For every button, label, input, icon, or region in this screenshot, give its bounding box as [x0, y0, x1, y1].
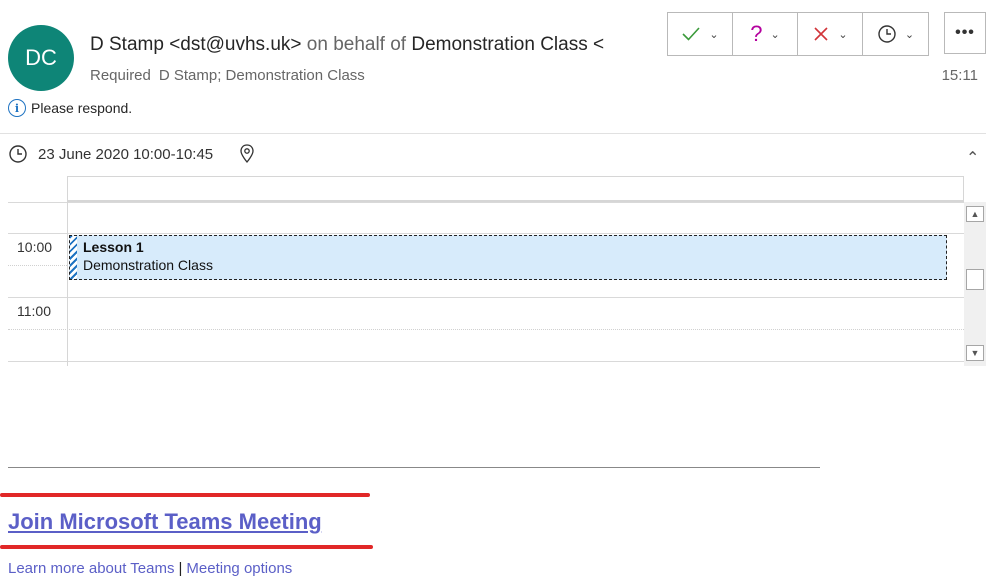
meeting-time-row: 23 June 2020 10:00-10:45: [8, 144, 255, 164]
appointment-subtitle: Demonstration Class: [83, 257, 213, 273]
sender-name[interactable]: D Stamp <dst@uvhs.uk>: [90, 34, 302, 55]
chevron-down-icon: ⌄: [709, 28, 719, 41]
appointment-title: Lesson 1: [83, 239, 144, 255]
x-icon: [814, 27, 828, 41]
teams-footer-links: Learn more about Teams | Meeting options: [8, 560, 292, 577]
time-label-10: 10:00: [17, 239, 53, 255]
tentative-stripe: [70, 236, 77, 279]
meeting-options-link[interactable]: Meeting options: [186, 560, 292, 577]
on-behalf-text: on behalf of: [306, 34, 407, 55]
sent-time: 15:11: [941, 67, 978, 84]
appointment-block[interactable]: Lesson 1 Demonstration Class: [69, 235, 947, 280]
header-divider: [0, 133, 986, 134]
calendar-header-bar: [67, 176, 964, 202]
sender-line: D Stamp <dst@uvhs.uk> on behalf of Demon…: [90, 34, 642, 56]
calendar-preview: 10:00 11:00: [8, 202, 964, 366]
response-button-group: ⌄ ? ⌄ ⌄ ⌄: [667, 12, 929, 56]
check-icon: [682, 27, 700, 41]
link-separator: |: [178, 560, 183, 577]
learn-more-link[interactable]: Learn more about Teams: [8, 560, 175, 577]
respond-notice: i Please respond.: [8, 99, 132, 117]
accept-button[interactable]: ⌄: [668, 13, 733, 55]
teams-divider: [8, 467, 820, 468]
chevron-down-icon: ⌄: [904, 28, 915, 41]
calendar-scrollbar[interactable]: ▲ ▼: [964, 202, 986, 366]
meeting-datetime: 23 June 2020 10:00-10:45: [38, 145, 214, 163]
clock-icon: [9, 145, 27, 163]
join-teams-meeting-link[interactable]: Join Microsoft Teams Meeting: [8, 509, 322, 535]
required-label: Required: [90, 67, 151, 84]
chevron-down-icon: ⌄: [770, 28, 780, 41]
scroll-down-button[interactable]: ▼: [966, 345, 984, 361]
scroll-up-button[interactable]: ▲: [966, 206, 984, 222]
attendee-list[interactable]: D Stamp; Demonstration Class: [159, 67, 365, 84]
behalf-name[interactable]: Demonstration Class <: [411, 34, 604, 55]
time-label-11: 11:00: [17, 303, 51, 319]
highlight-underline-bottom: [0, 545, 373, 549]
respond-text: Please respond.: [31, 100, 133, 116]
required-attendees-line: Required D Stamp; Demonstration Class: [90, 67, 365, 84]
collapse-chevron-icon[interactable]: ⌃: [966, 148, 979, 168]
decline-button[interactable]: ⌄: [798, 13, 863, 55]
chevron-down-icon: ⌄: [838, 28, 848, 41]
more-options-button[interactable]: •••: [944, 12, 986, 54]
info-icon: i: [8, 99, 26, 117]
question-icon: ?: [750, 21, 763, 46]
location-pin-icon[interactable]: [239, 144, 255, 164]
tentative-button[interactable]: ? ⌄: [733, 13, 798, 55]
highlight-underline-top: [0, 493, 370, 497]
scroll-thumb[interactable]: [966, 269, 984, 290]
propose-time-button[interactable]: ⌄: [863, 13, 928, 55]
sender-avatar[interactable]: DC: [8, 25, 74, 91]
clock-icon: [878, 25, 896, 43]
